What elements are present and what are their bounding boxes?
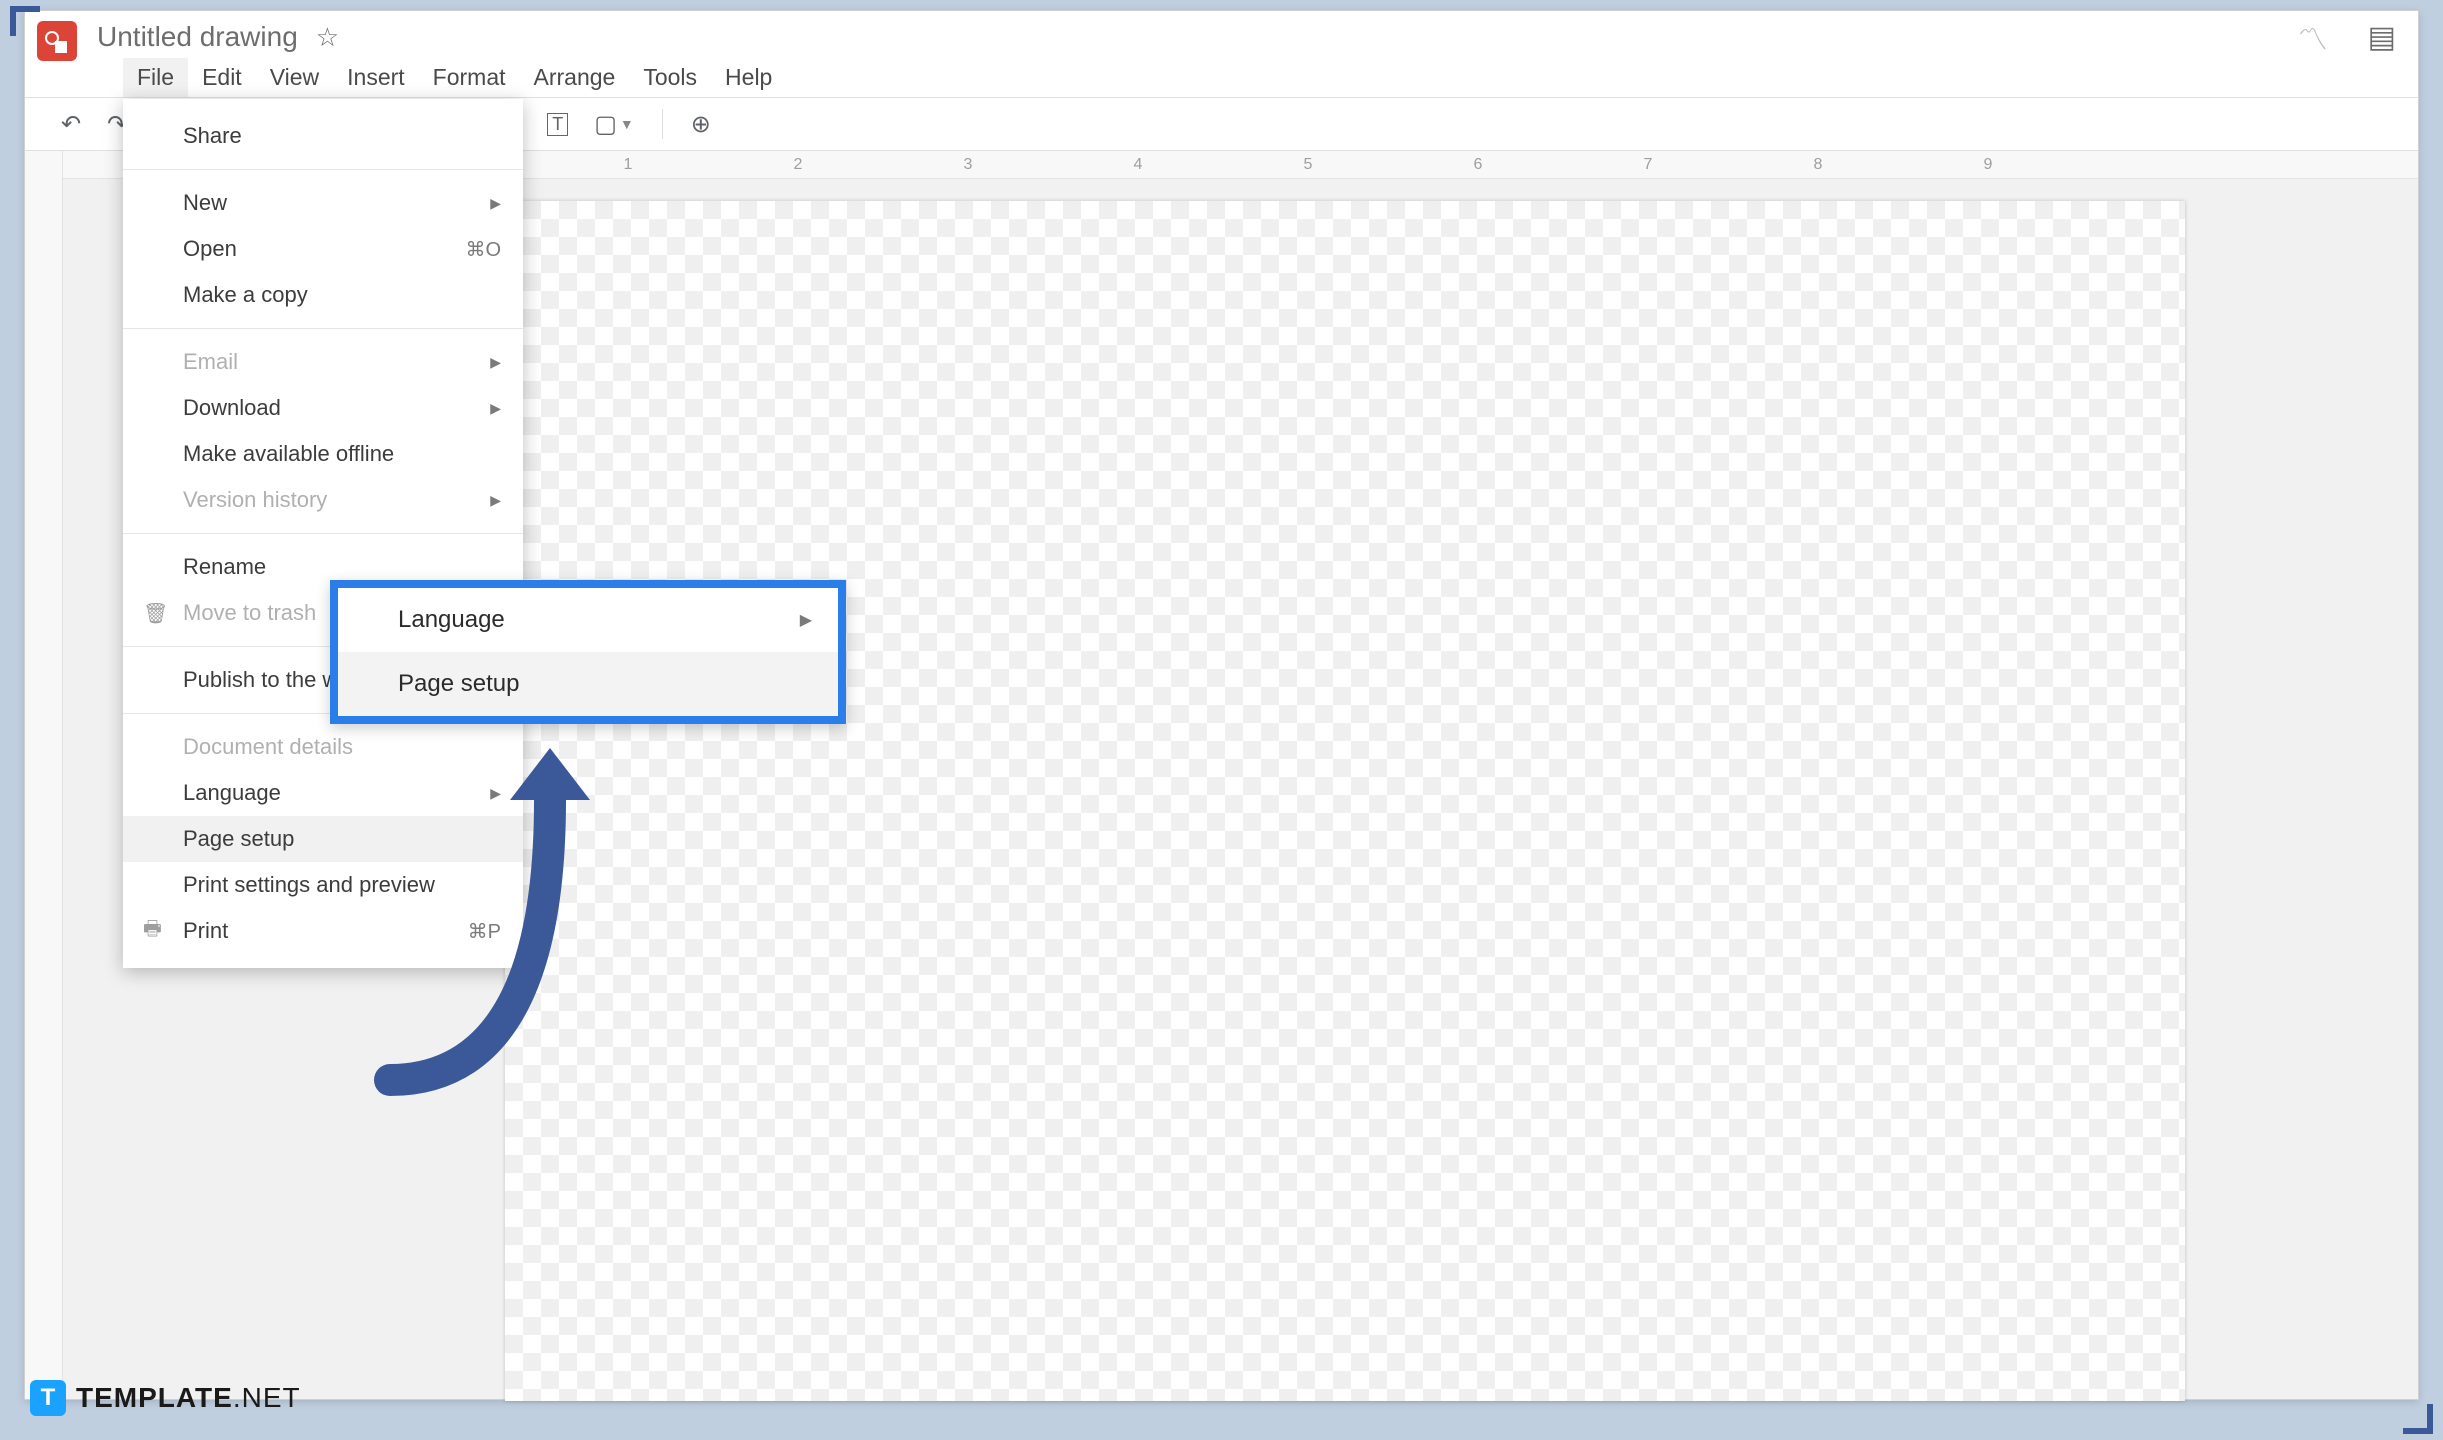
submenu-arrow-icon: ▶: [490, 785, 501, 802]
menu-page-setup[interactable]: Page setup: [123, 816, 523, 862]
image-button[interactable]: ▢▼: [588, 106, 640, 143]
shortcut-label: ⌘O: [465, 237, 501, 262]
submenu-arrow-icon: ▶: [490, 492, 501, 509]
submenu-arrow-icon: ▶: [800, 610, 812, 630]
menu-language[interactable]: Language▶: [123, 770, 523, 816]
menu-format[interactable]: Format: [419, 58, 520, 97]
menu-share[interactable]: Share: [123, 113, 523, 159]
callout-highlight: Language▶ Page setup: [330, 580, 846, 724]
ruler-mark: 3: [883, 156, 1053, 174]
more-button[interactable]: ⊕: [685, 106, 717, 143]
header-bar: Untitled drawing ☆ 〽 ▤: [25, 11, 2418, 57]
ruler-mark: 4: [1053, 156, 1223, 174]
menu-file[interactable]: File: [123, 58, 188, 97]
menu-tools[interactable]: Tools: [629, 58, 711, 97]
watermark-text: TEMPLATE.NET: [76, 1382, 301, 1414]
menu-print[interactable]: 🖶Print⌘P: [123, 908, 523, 954]
ruler-mark: 7: [1563, 156, 1733, 174]
menu-make-copy[interactable]: Make a copy: [123, 272, 523, 318]
ruler-mark: 1: [543, 156, 713, 174]
menu-edit[interactable]: Edit: [188, 58, 256, 97]
print-icon: 🖶: [143, 914, 162, 948]
watermark: T TEMPLATE.NET: [30, 1380, 301, 1416]
callout-page-setup: Page setup: [338, 652, 838, 716]
undo-button[interactable]: ↶: [55, 106, 87, 143]
textbox-button[interactable]: T: [541, 109, 574, 140]
submenu-arrow-icon: ▶: [490, 195, 501, 212]
submenu-arrow-icon: ▶: [490, 354, 501, 371]
file-menu-dropdown: Share New▶ Open⌘O Make a copy Email▶ Dow…: [123, 99, 523, 968]
star-icon[interactable]: ☆: [316, 22, 339, 53]
trash-icon: 🗑: [143, 601, 168, 626]
menubar: File Edit View Insert Format Arrange Too…: [25, 57, 2418, 97]
menu-help[interactable]: Help: [711, 58, 786, 97]
menu-offline[interactable]: Make available offline: [123, 431, 523, 477]
activity-icon[interactable]: 〽: [2298, 15, 2328, 59]
ruler-mark: 5: [1223, 156, 1393, 174]
menu-print-preview[interactable]: Print settings and preview: [123, 862, 523, 908]
menu-new[interactable]: New▶: [123, 180, 523, 226]
callout-language: Language▶: [338, 588, 838, 652]
vertical-ruler: [25, 151, 63, 1399]
ruler-mark: 9: [1903, 156, 2073, 174]
ruler-mark: 2: [713, 156, 883, 174]
ruler-mark: 6: [1393, 156, 1563, 174]
watermark-badge-icon: T: [30, 1380, 66, 1416]
comments-icon[interactable]: ▤: [2368, 20, 2396, 55]
menu-download[interactable]: Download▶: [123, 385, 523, 431]
drawings-app-icon: [37, 21, 77, 61]
ruler-mark: 8: [1733, 156, 1903, 174]
menu-doc-details: Document details: [123, 724, 523, 770]
frame-corner-mark: [10, 6, 16, 36]
frame-corner-mark: [2427, 1404, 2433, 1434]
menu-open[interactable]: Open⌘O: [123, 226, 523, 272]
menu-insert[interactable]: Insert: [333, 58, 419, 97]
drawing-canvas[interactable]: [505, 201, 2185, 1401]
document-title[interactable]: Untitled drawing: [97, 21, 298, 53]
submenu-arrow-icon: ▶: [490, 400, 501, 417]
shortcut-label: ⌘P: [468, 919, 501, 944]
menu-arrange[interactable]: Arrange: [520, 58, 630, 97]
menu-version-history: Version history▶: [123, 477, 523, 523]
menu-view[interactable]: View: [256, 58, 333, 97]
menu-email: Email▶: [123, 339, 523, 385]
